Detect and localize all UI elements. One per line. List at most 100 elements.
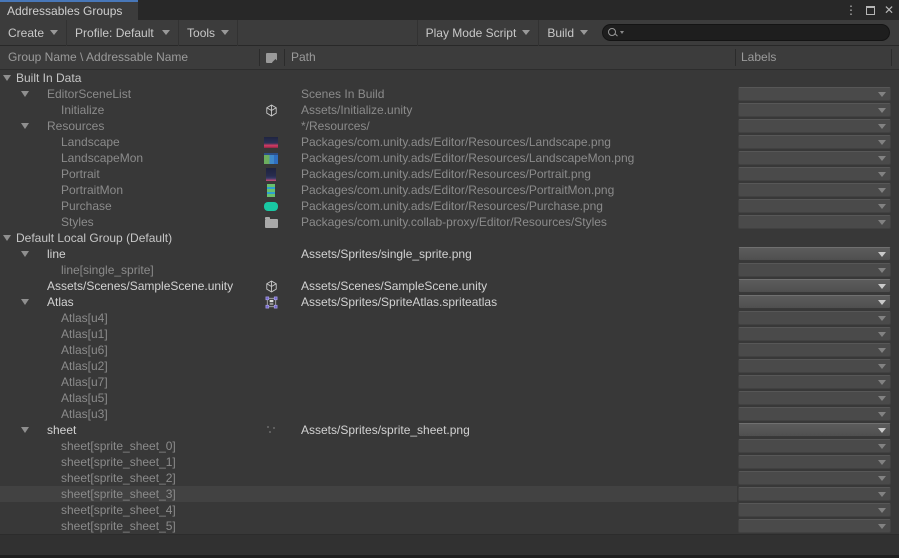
table-row[interactable]: InitializeAssets/Initialize.unity [0, 102, 899, 118]
column-header-path[interactable]: Path [291, 50, 316, 64]
table-row[interactable]: sheet[sprite_sheet_3] [0, 486, 899, 502]
table-row[interactable]: LandscapeMonPackages/com.unity.ads/Edito… [0, 150, 899, 166]
table-row[interactable]: Default Local Group (Default) [0, 230, 899, 246]
build-button-label: Build [547, 26, 574, 40]
addressable-name-label: Atlas[u4] [61, 311, 108, 325]
chevron-down-icon [878, 172, 886, 177]
column-header-labels[interactable]: Labels [741, 50, 776, 64]
table-row[interactable]: Atlas[u5] [0, 390, 899, 406]
addressable-name-label: Styles [61, 215, 94, 229]
table-row[interactable]: Atlas[u6] [0, 342, 899, 358]
close-icon[interactable]: ✕ [884, 0, 894, 20]
asset-path-label: Assets/Sprites/single_sprite.png [301, 247, 472, 261]
asset-path-label: Packages/com.unity.ads/Editor/Resources/… [301, 183, 614, 197]
play-mode-script-dropdown[interactable]: Play Mode Script [417, 20, 539, 46]
labels-dropdown[interactable] [738, 247, 891, 261]
table-row[interactable]: LandscapePackages/com.unity.ads/Editor/R… [0, 134, 899, 150]
table-row[interactable]: PurchasePackages/com.unity.ads/Editor/Re… [0, 198, 899, 214]
asset-path-label: Assets/Scenes/SampleScene.unity [301, 279, 487, 293]
group-name-label: Default Local Group (Default) [16, 231, 172, 245]
addressable-name-label: Atlas[u7] [61, 375, 108, 389]
labels-dropdown [738, 87, 891, 101]
asset-path-label: Assets/Sprites/SpriteAtlas.spriteatlas [301, 295, 497, 309]
table-row[interactable]: EditorSceneListScenes In Build [0, 86, 899, 102]
expander-triangle-icon[interactable] [3, 235, 11, 241]
chevron-down-icon [878, 348, 886, 353]
addressable-name-label: sheet[sprite_sheet_3] [61, 487, 176, 501]
table-row[interactable]: Atlas[u7] [0, 374, 899, 390]
column-header-group-name[interactable]: Group Name \ Addressable Name [8, 50, 188, 64]
labels-dropdown [738, 359, 891, 373]
table-row[interactable]: Atlas Assets/Sprites/SpriteAtlas.spriteat… [0, 294, 899, 310]
table-row[interactable]: Resources*/Resources/ [0, 118, 899, 134]
table-row[interactable]: Assets/Scenes/SampleScene.unityAssets/Sc… [0, 278, 899, 294]
table-row[interactable]: Atlas[u1] [0, 326, 899, 342]
table-row[interactable]: StylesPackages/com.unity.collab-proxy/Ed… [0, 214, 899, 230]
chevron-down-icon [221, 30, 229, 35]
portraitmon-thumbnail-icon [263, 183, 279, 197]
chevron-down-icon [580, 30, 588, 35]
column-divider[interactable] [284, 49, 285, 66]
column-divider[interactable] [735, 49, 736, 66]
table-row[interactable]: sheet[sprite_sheet_2] [0, 470, 899, 486]
chevron-down-icon [878, 284, 886, 289]
sprite-atlas-icon [263, 295, 279, 309]
table-row[interactable]: Atlas[u3] [0, 406, 899, 422]
build-button[interactable]: Build [538, 20, 596, 46]
expander-triangle-icon[interactable] [21, 123, 29, 129]
chevron-down-icon [878, 140, 886, 145]
addressable-name-label: EditorSceneList [47, 87, 131, 101]
chevron-down-icon [878, 316, 886, 321]
labels-dropdown [738, 327, 891, 341]
labels-dropdown[interactable] [738, 279, 891, 293]
portrait-thumbnail-icon [263, 167, 279, 181]
labels-dropdown [738, 519, 891, 533]
maximize-icon[interactable] [866, 6, 875, 15]
column-divider[interactable] [891, 49, 892, 66]
chevron-down-icon [878, 428, 886, 433]
labels-dropdown[interactable] [738, 295, 891, 309]
window-footer [0, 534, 899, 558]
table-row[interactable]: sheet[sprite_sheet_1] [0, 454, 899, 470]
column-header-row: Group Name \ Addressable Name Path Label… [0, 46, 899, 70]
labels-dropdown [738, 151, 891, 165]
tab-addressables-groups[interactable]: Addressables Groups [0, 0, 138, 20]
expander-triangle-icon[interactable] [21, 91, 29, 97]
profile-dropdown-label: Profile: Default [75, 26, 154, 40]
search-input[interactable] [602, 24, 890, 41]
labels-dropdown[interactable] [738, 423, 891, 437]
addressable-name-label: Purchase [61, 199, 112, 213]
table-row[interactable]: PortraitMonPackages/com.unity.ads/Editor… [0, 182, 899, 198]
expander-triangle-icon[interactable] [21, 427, 29, 433]
expander-triangle-icon[interactable] [3, 75, 11, 81]
profile-dropdown[interactable]: Profile: Default [67, 20, 179, 46]
labels-dropdown [738, 471, 891, 485]
table-row[interactable]: Atlas[u4] [0, 310, 899, 326]
labels-dropdown [738, 311, 891, 325]
create-button[interactable]: Create [0, 20, 67, 46]
window-menu-icon[interactable]: ⋮ [845, 0, 857, 20]
table-row[interactable]: lineAssets/Sprites/single_sprite.png [0, 246, 899, 262]
expander-triangle-icon[interactable] [21, 251, 29, 257]
addressable-name-label: Atlas[u6] [61, 343, 108, 357]
table-row[interactable]: sheet[sprite_sheet_4] [0, 502, 899, 518]
table-row[interactable]: sheet[sprite_sheet_0] [0, 438, 899, 454]
unity-logo-icon [263, 103, 279, 117]
tools-button[interactable]: Tools [179, 20, 238, 46]
table-row[interactable]: sheet[sprite_sheet_5] [0, 518, 899, 534]
expander-triangle-icon[interactable] [21, 299, 29, 305]
addressable-name-label: sheet [47, 423, 76, 437]
labels-dropdown [738, 263, 891, 277]
asset-path-label: */Resources/ [301, 119, 370, 133]
table-row[interactable]: line[single_sprite] [0, 262, 899, 278]
table-row[interactable]: PortraitPackages/com.unity.ads/Editor/Re… [0, 166, 899, 182]
table-row[interactable]: Built In Data [0, 70, 899, 86]
column-divider[interactable] [259, 49, 260, 66]
labels-dropdown [738, 199, 891, 213]
labels-dropdown [738, 343, 891, 357]
group-name-label: Built In Data [16, 71, 81, 85]
search-icon[interactable] [608, 28, 618, 38]
addressable-name-label: Atlas [47, 295, 74, 309]
table-row[interactable]: Atlas[u2] [0, 358, 899, 374]
table-row[interactable]: sheetAssets/Sprites/sprite_sheet.png [0, 422, 899, 438]
